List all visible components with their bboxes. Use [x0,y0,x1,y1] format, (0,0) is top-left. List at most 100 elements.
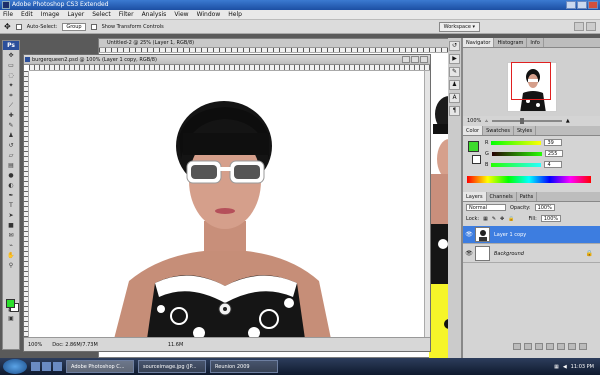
taskbar-item-sourceimage[interactable]: sourceimage.jpg (JP... [138,360,206,373]
green-value[interactable]: 255 [544,150,563,157]
document-maximize-button[interactable] [411,56,419,63]
lock-transparency-icon[interactable]: ▦ [483,216,488,222]
brushes-panel-icon[interactable]: ✎ [449,67,460,77]
new-layer-icon[interactable] [568,343,576,350]
taskbar-item-reunion[interactable]: Reunion 2009 [210,360,278,373]
actions-panel-icon[interactable]: ▶ [449,54,460,64]
color-foreground-swatch[interactable] [468,141,479,152]
brush-tool-icon[interactable]: ✎ [4,121,18,130]
close-button[interactable] [588,1,598,9]
zoom-out-icon[interactable]: ▵ [485,118,488,124]
tab-styles[interactable]: Styles [514,126,537,135]
red-value[interactable]: 39 [544,139,563,146]
lock-position-icon[interactable]: ✥ [500,216,504,222]
navigator-view-box[interactable] [511,62,551,100]
history-panel-icon[interactable]: ↺ [449,41,460,51]
document-close-button[interactable] [420,56,428,63]
layer-name[interactable]: Background [494,251,524,257]
link-layers-icon[interactable] [513,343,521,350]
eraser-tool-icon[interactable]: ▱ [4,151,18,160]
adjustment-layer-icon[interactable] [546,343,554,350]
opacity-input[interactable]: 100% [534,204,555,211]
move-tool-icon[interactable]: ✥ [4,22,11,31]
menu-file[interactable]: File [3,11,13,18]
crop-tool-icon[interactable]: ⌗ [4,91,18,100]
maximize-button[interactable] [577,1,587,9]
paragraph-panel-icon[interactable]: ¶ [449,106,460,116]
document-window-burgerqueen2[interactable]: burgerqueen2.psd @ 100% (Layer 1 copy, R… [23,54,431,352]
red-slider[interactable] [491,140,542,145]
notes-tool-icon[interactable]: ✉ [4,231,18,240]
new-group-icon[interactable] [557,343,565,350]
eyedropper-icon[interactable]: ⌁ [4,241,18,250]
navigator-zoom-slider[interactable] [491,118,562,124]
menu-window[interactable]: Window [197,11,221,18]
delete-layer-icon[interactable] [579,343,587,350]
menu-edit[interactable]: Edit [21,11,33,18]
healing-brush-icon[interactable]: ✚ [4,111,18,120]
lock-all-icon[interactable]: 🔒 [508,216,514,222]
brushes-panel-icon[interactable] [574,22,584,31]
eye-icon[interactable]: 👁 [463,231,475,238]
blur-tool-icon[interactable]: ● [4,171,18,180]
ie-icon[interactable] [42,362,51,371]
history-brush-icon[interactable]: ↺ [4,141,18,150]
move-tool-icon[interactable]: ✥ [4,51,18,60]
tab-paths[interactable]: Paths [517,192,538,201]
menu-filter[interactable]: Filter [119,11,134,18]
layer-mask-icon[interactable] [535,343,543,350]
fill-input[interactable]: 100% [540,215,562,222]
clock[interactable]: 11:03 PM [571,364,594,370]
menu-select[interactable]: Select [92,11,111,18]
shape-tool-icon[interactable]: ■ [4,221,18,230]
workspace-button[interactable]: Workspace ▾ [438,22,480,32]
vertical-scrollbar[interactable] [424,71,430,337]
layer-name[interactable]: Layer 1 copy [494,232,526,238]
green-slider[interactable] [491,151,542,156]
blue-value[interactable]: 4 [544,161,563,168]
type-tool-icon[interactable]: T [4,201,18,210]
color-spectrum-bar[interactable] [467,176,591,183]
tab-layers[interactable]: Layers [463,192,487,201]
tab-info[interactable]: Info [527,38,544,47]
layer-row-layer-1-copy[interactable]: 👁 Layer 1 copy [463,226,600,244]
pen-tool-icon[interactable]: ✒ [4,191,18,200]
network-icon[interactable]: ▦ [554,364,559,370]
hand-tool-icon[interactable]: ✋ [4,251,18,260]
auto-select-dropdown[interactable]: Group [62,22,86,31]
clone-stamp-icon[interactable]: ♟ [4,131,18,140]
taskbar-item-photoshop[interactable]: Adobe Photoshop C... [66,360,134,373]
menu-layer[interactable]: Layer [67,11,84,18]
lasso-tool-icon[interactable]: ◌ [4,71,18,80]
gradient-tool-icon[interactable]: ▤ [4,161,18,170]
menu-view[interactable]: View [174,11,188,18]
zoom-level[interactable]: 100% [28,342,42,348]
auto-select-checkbox[interactable] [15,23,22,30]
tab-color[interactable]: Color [463,126,484,135]
document-title-bar[interactable]: burgerqueen2.psd @ 100% (Layer 1 copy, R… [24,55,430,65]
character-panel-icon[interactable]: A [449,93,460,103]
foreground-color-swatch[interactable] [6,299,15,308]
document-minimize-button[interactable] [402,56,410,63]
dodge-tool-icon[interactable]: ◐ [4,181,18,190]
menu-help[interactable]: Help [228,11,242,18]
show-desktop-icon[interactable] [31,362,40,371]
zoom-in-icon[interactable]: ▲ [566,118,570,124]
document-title[interactable]: Untitled-2 @ 25% (Layer 1, RGB/8) [99,39,459,48]
color-background-swatch[interactable] [472,155,481,164]
start-button[interactable] [3,359,27,374]
menu-image[interactable]: Image [41,11,60,18]
blend-mode-dropdown[interactable]: Normal [466,204,506,211]
tab-channels[interactable]: Channels [487,192,517,201]
document-info[interactable]: Doc: 2.86M/7.73M [52,342,98,348]
magic-wand-icon[interactable]: ✦ [4,81,18,90]
tool-presets-icon[interactable] [586,22,596,31]
tab-histogram[interactable]: Histogram [494,38,528,47]
slice-tool-icon[interactable]: ⟋ [4,101,18,110]
path-select-icon[interactable]: ➤ [4,211,18,220]
screen-mode-icon[interactable]: ▣ [4,314,18,323]
marquee-tool-icon[interactable]: ▭ [4,61,18,70]
menu-analysis[interactable]: Analysis [142,11,167,18]
tab-navigator[interactable]: Navigator [463,38,495,47]
minimize-button[interactable] [566,1,576,9]
